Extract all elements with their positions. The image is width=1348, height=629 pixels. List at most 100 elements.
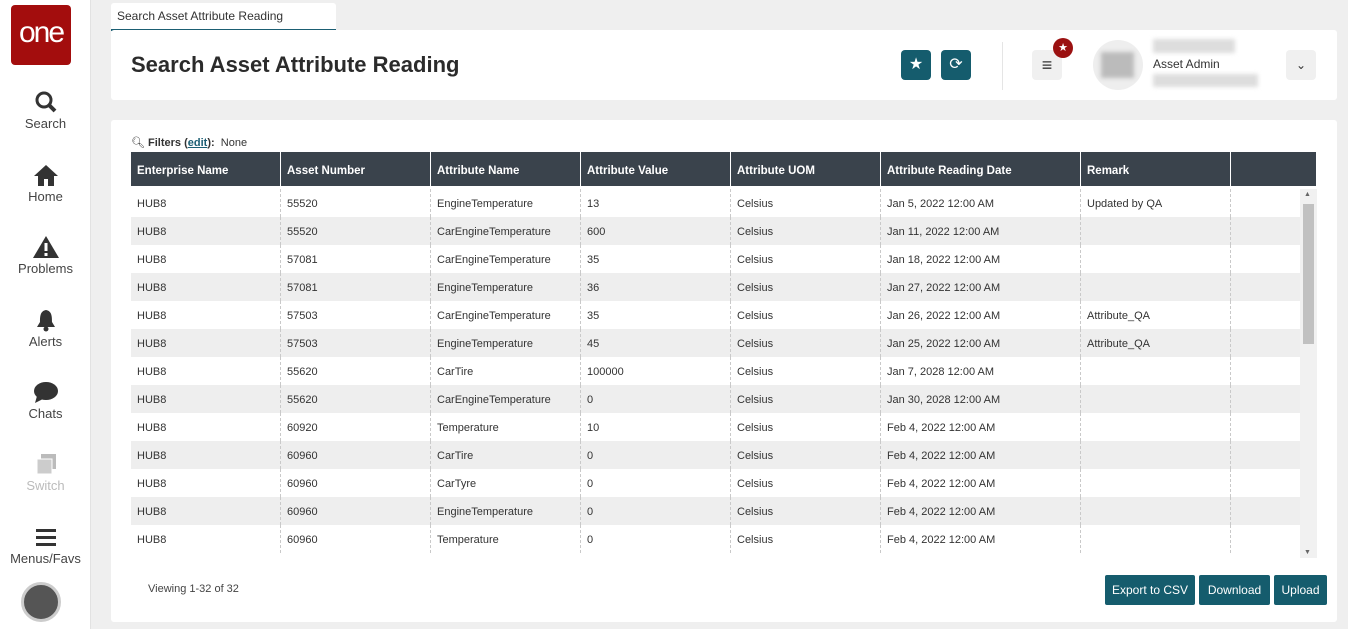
upload-button[interactable]: Upload [1274, 575, 1327, 605]
cell-attribute-reading-date: Feb 4, 2022 12:00 AM [881, 497, 1081, 525]
sidebar-item-home[interactable]: Home [0, 163, 91, 204]
tab-search-asset-attribute-reading[interactable]: Search Asset Attribute Reading [111, 3, 336, 31]
sidebar-item-chats[interactable]: Chats [0, 380, 91, 421]
table-row[interactable]: HUB8 55520 EngineTemperature 13 Celsius Jan 5… [131, 189, 1300, 217]
column-header-attribute-uom[interactable]: Attribute UOM [731, 152, 881, 186]
cell-remark [1081, 273, 1231, 301]
cell-attribute-value: 600 [581, 217, 731, 245]
cell-asset-number: 60960 [281, 525, 431, 553]
scrollbar-thumb[interactable] [1303, 204, 1314, 344]
favorites-badge-icon[interactable]: ★ [1053, 38, 1073, 58]
cell-asset-number: 55620 [281, 357, 431, 385]
table-row[interactable]: HUB8 60960 Temperature 0 Celsius Feb 4, 2022 … [131, 525, 1300, 553]
cell-attribute-uom: Celsius [731, 217, 881, 245]
column-header-enterprise-name[interactable]: Enterprise Name [131, 152, 281, 186]
filters-suffix: ): [207, 137, 215, 149]
cell-attribute-reading-date: Jan 26, 2022 12:00 AM [881, 301, 1081, 329]
filters-edit-link[interactable]: edit [188, 137, 208, 149]
cell-attribute-value: 0 [581, 469, 731, 497]
cell-attribute-uom: Celsius [731, 189, 881, 217]
column-header-extra[interactable] [1231, 152, 1317, 186]
app-logo[interactable]: one [11, 5, 71, 65]
table-row[interactable]: HUB8 60920 Temperature 10 Celsius Feb 4, 2022… [131, 413, 1300, 441]
table-row[interactable]: HUB8 57503 EngineTemperature 45 Celsius Jan 2… [131, 329, 1300, 357]
results-panel: 🔍︎ Filters (edit): None ▲ ▼ Enterprise Na… [111, 120, 1337, 622]
cell-attribute-name: Temperature [431, 413, 581, 441]
cell-attribute-name: Temperature [431, 525, 581, 553]
column-header-attribute-value[interactable]: Attribute Value [581, 152, 731, 186]
user-org-redacted [1153, 74, 1258, 87]
cell-asset-number: 60960 [281, 497, 431, 525]
cell-attribute-reading-date: Jan 18, 2022 12:00 AM [881, 245, 1081, 273]
column-header-remark[interactable]: Remark [1081, 152, 1231, 186]
hamburger-icon: ≡ [1041, 55, 1053, 75]
favorite-button[interactable]: ★ [901, 50, 931, 80]
sidebar-item-label: Search [24, 116, 67, 131]
cell-attribute-value: 13 [581, 189, 731, 217]
assistant-avatar[interactable] [21, 582, 61, 622]
sidebar-item-label: Problems [18, 261, 73, 276]
cell-attribute-name: CarEngineTemperature [431, 217, 581, 245]
user-menu-dropdown[interactable]: ⌄ [1286, 50, 1316, 80]
table-row[interactable]: HUB8 55620 CarEngineTemperature 0 Celsius Jan… [131, 385, 1300, 413]
sidebar-item-problems[interactable]: Problems [0, 235, 91, 276]
cell-remark [1081, 385, 1231, 413]
cell-attribute-name: CarTire [431, 441, 581, 469]
sidebar-item-label: Menus/Favs [10, 551, 81, 566]
cell-attribute-reading-date: Jan 27, 2022 12:00 AM [881, 273, 1081, 301]
warning-icon [0, 235, 91, 259]
cell-asset-number: 57081 [281, 245, 431, 273]
column-header-asset-number[interactable]: Asset Number [281, 152, 431, 186]
cell-attribute-value: 35 [581, 245, 731, 273]
column-header-attribute-reading-date[interactable]: Attribute Reading Date [881, 152, 1081, 186]
cell-asset-number: 57503 [281, 329, 431, 357]
download-button[interactable]: Download [1199, 575, 1270, 605]
results-table: ▲ ▼ Enterprise Name Asset Number Attribute … [131, 152, 1317, 558]
cell-remark [1081, 497, 1231, 525]
cell-remark: Updated by QA [1081, 189, 1231, 217]
sidebar-item-search[interactable]: Search [0, 90, 91, 131]
cell-enterprise-name: HUB8 [131, 413, 281, 441]
cell-attribute-value: 36 [581, 273, 731, 301]
cell-attribute-name: EngineTemperature [431, 273, 581, 301]
page-header: Search Asset Attribute Reading ★ ⟳ ≡ ★ A… [111, 30, 1337, 100]
cell-attribute-name: CarEngineTemperature [431, 301, 581, 329]
table-row[interactable]: HUB8 57081 CarEngineTemperature 35 Celsius Ja… [131, 245, 1300, 273]
cell-attribute-name: EngineTemperature [431, 329, 581, 357]
table-row[interactable]: HUB8 55520 CarEngineTemperature 600 Celsius J… [131, 217, 1300, 245]
table-scrollbar[interactable]: ▲ ▼ [1300, 189, 1317, 558]
cell-attribute-value: 0 [581, 497, 731, 525]
sidebar-item-alerts[interactable]: Alerts [0, 308, 91, 349]
table-row[interactable]: HUB8 57503 CarEngineTemperature 35 Celsius Ja… [131, 301, 1300, 329]
cell-enterprise-name: HUB8 [131, 329, 281, 357]
cell-enterprise-name: HUB8 [131, 357, 281, 385]
export-csv-button[interactable]: Export to CSV [1105, 575, 1195, 605]
table-row[interactable]: HUB8 57081 EngineTemperature 36 Celsius Jan 2… [131, 273, 1300, 301]
table-row[interactable]: HUB8 55620 CarTire 100000 Celsius Jan 7, 2028… [131, 357, 1300, 385]
table-row[interactable]: HUB8 60960 CarTire 0 Celsius Feb 4, 2022 12:0… [131, 441, 1300, 469]
refresh-button[interactable]: ⟳ [941, 50, 971, 80]
cell-enterprise-name: HUB8 [131, 189, 281, 217]
cell-attribute-name: CarTyre [431, 469, 581, 497]
cell-attribute-reading-date: Jan 11, 2022 12:00 AM [881, 217, 1081, 245]
scroll-up-icon[interactable]: ▲ [1304, 191, 1311, 198]
cell-attribute-uom: Celsius [731, 469, 881, 497]
cell-attribute-name: EngineTemperature [431, 497, 581, 525]
sidebar-item-label: Alerts [28, 334, 63, 349]
sidebar-item-label: Chats [28, 406, 63, 421]
column-header-attribute-name[interactable]: Attribute Name [431, 152, 581, 186]
cell-remark [1081, 245, 1231, 273]
user-avatar[interactable] [1093, 40, 1143, 90]
menu-icon [0, 525, 91, 549]
table-row[interactable]: HUB8 60960 EngineTemperature 0 Celsius Feb 4,… [131, 497, 1300, 525]
scroll-down-icon[interactable]: ▼ [1304, 549, 1311, 556]
cell-enterprise-name: HUB8 [131, 469, 281, 497]
sidebar-item-switch: Switch [0, 452, 91, 493]
cell-attribute-value: 45 [581, 329, 731, 357]
cell-attribute-uom: Celsius [731, 413, 881, 441]
sidebar-item-menus-favs[interactable]: Menus/Favs [0, 525, 91, 566]
cell-asset-number: 60920 [281, 413, 431, 441]
table-row[interactable]: HUB8 60960 CarTyre 0 Celsius Feb 4, 2022 12:0… [131, 469, 1300, 497]
cell-enterprise-name: HUB8 [131, 245, 281, 273]
cell-attribute-uom: Celsius [731, 385, 881, 413]
